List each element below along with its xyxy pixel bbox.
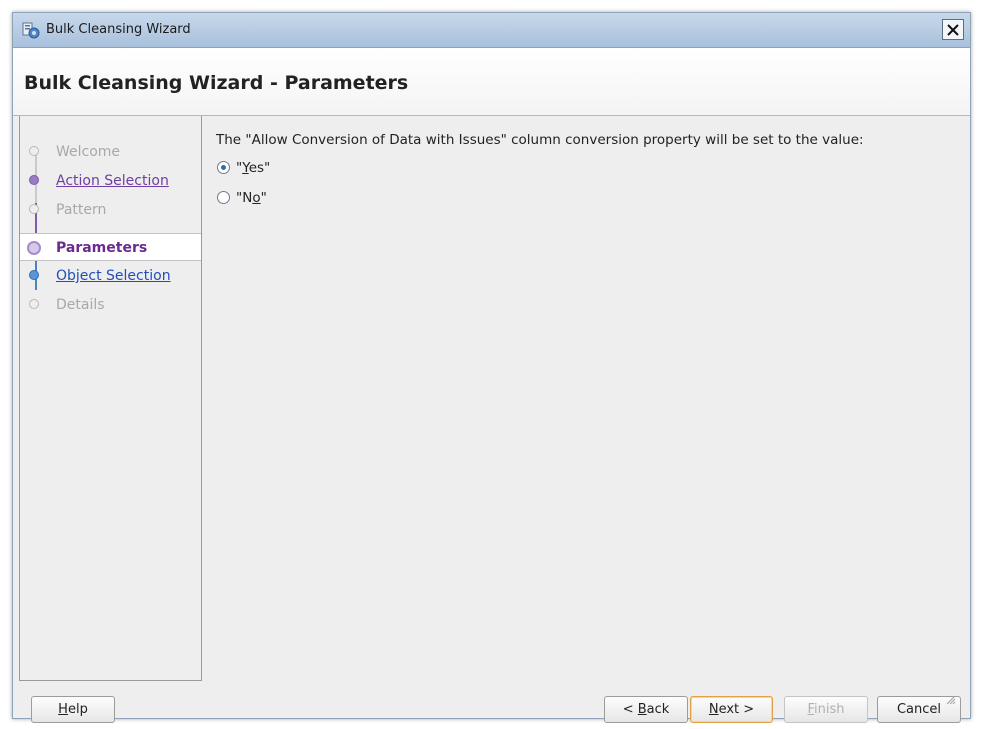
back-button[interactable]: < Back — [604, 696, 688, 723]
close-button[interactable] — [942, 19, 964, 40]
next-button[interactable]: Next > — [690, 696, 773, 723]
radio-label-yes: "Yes" — [236, 160, 271, 176]
title-bar[interactable]: Bulk Cleansing Wizard — [13, 13, 970, 48]
help-button[interactable]: Help — [31, 696, 115, 723]
radio-button[interactable] — [217, 191, 230, 204]
step-dot-icon — [29, 299, 39, 309]
step-label[interactable]: Action Selection — [56, 173, 169, 189]
step-object-selection[interactable]: Object Selection — [20, 262, 201, 290]
wizard-header: Bulk Cleansing Wizard - Parameters — [13, 48, 970, 116]
window-title: Bulk Cleansing Wizard — [46, 22, 191, 37]
parameters-panel: The "Allow Conversion of Data with Issue… — [205, 116, 964, 681]
step-details: Details — [20, 291, 201, 319]
step-label: Welcome — [56, 144, 121, 160]
finish-button: Finish — [784, 696, 868, 723]
step-dot-icon — [29, 175, 39, 185]
step-parameters: Parameters — [20, 233, 201, 261]
step-dot-icon — [29, 270, 39, 280]
radio-button-selected[interactable] — [217, 161, 230, 174]
wizard-app-icon — [22, 22, 40, 39]
resize-grip-icon[interactable] — [946, 695, 956, 705]
step-pattern: Pattern — [20, 196, 201, 224]
step-welcome: Welcome — [20, 138, 201, 166]
wizard-content: Welcome Action Selection Pattern Paramet… — [19, 116, 964, 681]
page-title: Bulk Cleansing Wizard - Parameters — [24, 72, 409, 94]
step-label: Parameters — [56, 240, 148, 256]
step-label: Pattern — [56, 202, 107, 218]
step-current-dot-icon — [27, 241, 41, 255]
wizard-window: Bulk Cleansing Wizard Bulk Cleansing Wiz… — [12, 12, 971, 723]
step-dot-icon — [29, 204, 39, 214]
step-label: Details — [56, 297, 105, 313]
step-label[interactable]: Object Selection — [56, 268, 171, 284]
step-dot-icon — [29, 146, 39, 156]
radio-label-no: "No" — [236, 190, 267, 206]
step-action-selection[interactable]: Action Selection — [20, 167, 201, 195]
instruction-text: The "Allow Conversion of Data with Issue… — [216, 132, 864, 148]
close-icon — [947, 24, 959, 36]
wizard-steps-sidebar: Welcome Action Selection Pattern Paramet… — [19, 116, 202, 681]
